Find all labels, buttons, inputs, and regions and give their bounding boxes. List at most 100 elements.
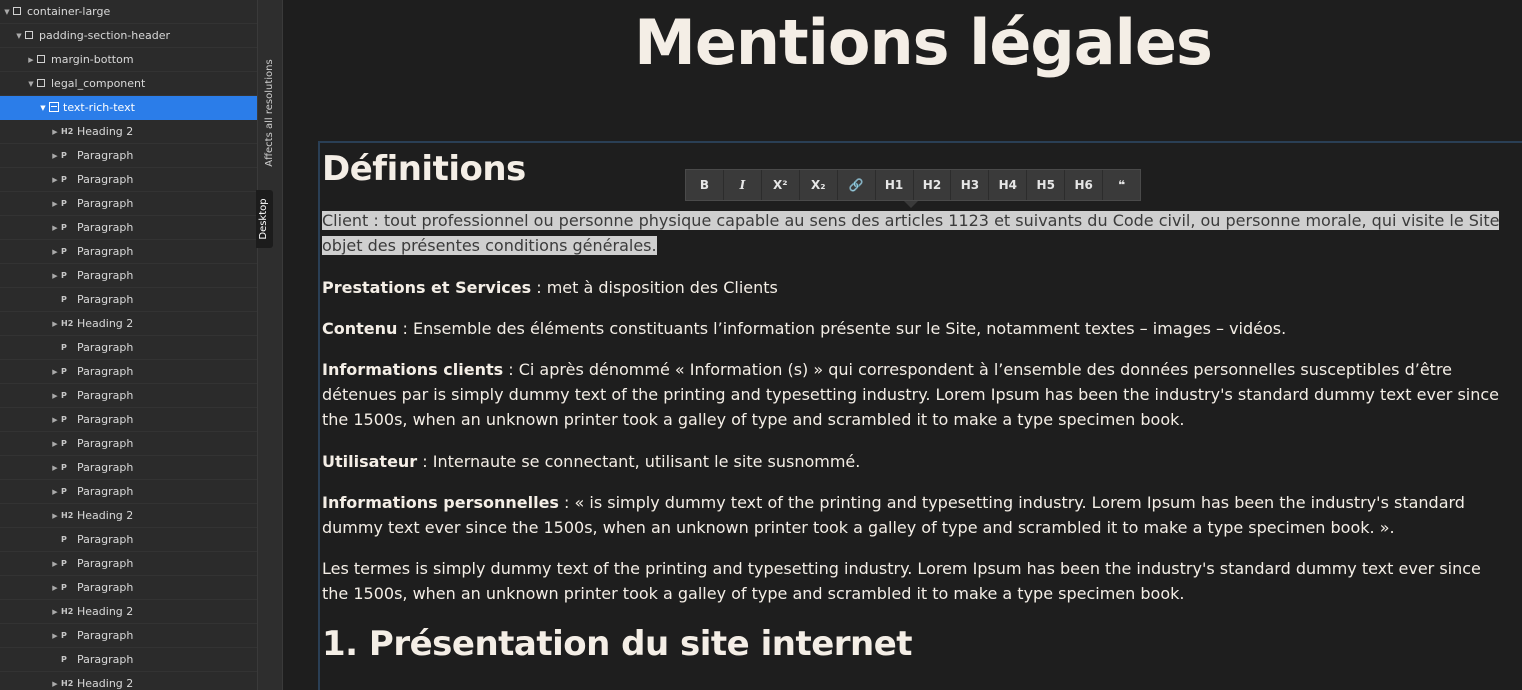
navigator-item-paragraph[interactable]: ▶ P Paragraph — [0, 576, 257, 600]
rich-text-block[interactable]: Définitions Client : tout professionnel … — [318, 141, 1522, 690]
h5-button[interactable]: H5 — [1027, 170, 1066, 200]
navigator-item-container-large[interactable]: ▼ container-large — [0, 0, 257, 24]
link-icon[interactable]: 🔗 — [838, 170, 876, 200]
caret-right-icon[interactable]: ▶ — [50, 480, 60, 504]
heading-presentation[interactable]: 1. Présentation du site internet — [322, 620, 1512, 668]
navigator-item-heading-2[interactable]: ▶ H2 Heading 2 — [0, 672, 257, 690]
navigator-item-paragraph[interactable]: ▶ P Paragraph — [0, 240, 257, 264]
navigator-item-padding-section-header[interactable]: ▼ padding-section-header — [0, 24, 257, 48]
div-block-icon — [37, 79, 45, 87]
navigator-item-paragraph[interactable]: P Paragraph — [0, 528, 257, 552]
caret-right-icon[interactable]: ▶ — [50, 120, 60, 144]
caret-right-icon[interactable]: ▶ — [50, 672, 60, 690]
superscript-button[interactable]: X² — [762, 170, 800, 200]
navigator-item-legal-component[interactable]: ▼ legal_component — [0, 72, 257, 96]
h1-button[interactable]: H1 — [876, 170, 914, 200]
navigator-item-paragraph[interactable]: P Paragraph — [0, 336, 257, 360]
navigator-item-paragraph[interactable]: ▶ P Paragraph — [0, 432, 257, 456]
term-prestations: Prestations et Services — [322, 278, 532, 297]
paragraph-tag-icon: P — [61, 295, 67, 304]
navigator-item-label: Paragraph — [77, 197, 134, 210]
paragraph-client[interactable]: Client : tout professionnel ou personne … — [322, 208, 1512, 258]
navigator-item-paragraph[interactable]: ▶ P Paragraph — [0, 168, 257, 192]
navigator-item-paragraph[interactable]: ▶ P Paragraph — [0, 480, 257, 504]
paragraph-tag-icon: P — [61, 655, 67, 664]
page-title[interactable]: Mentions légales — [283, 0, 1522, 86]
navigator-item-paragraph[interactable]: ▶ P Paragraph — [0, 408, 257, 432]
navigator-item-paragraph[interactable]: ▶ P Paragraph — [0, 624, 257, 648]
rich-text-icon — [49, 102, 59, 112]
text-client: : tout professionnel ou personne physiqu… — [322, 211, 1500, 255]
breakpoint-affects-label: Affects all resolutions — [264, 59, 275, 167]
bold-button[interactable]: B — [686, 170, 724, 200]
caret-right-icon[interactable]: ▶ — [50, 168, 60, 192]
navigator-item-paragraph[interactable]: ▶ P Paragraph — [0, 216, 257, 240]
caret-down-icon[interactable]: ▼ — [26, 72, 36, 96]
caret-right-icon[interactable]: ▶ — [50, 216, 60, 240]
caret-right-icon[interactable]: ▶ — [50, 456, 60, 480]
navigator-item-heading-2[interactable]: ▶ H2 Heading 2 — [0, 504, 257, 528]
caret-right-icon[interactable]: ▶ — [50, 576, 60, 600]
navigator-item-heading-2[interactable]: ▶ H2 Heading 2 — [0, 120, 257, 144]
div-block-icon — [25, 31, 33, 39]
navigator-item-label: Heading 2 — [77, 125, 134, 138]
navigator-item-label: Paragraph — [77, 173, 134, 186]
div-block-icon — [13, 7, 21, 15]
caret-right-icon[interactable]: ▶ — [50, 432, 60, 456]
navigator-item-paragraph[interactable]: ▶ P Paragraph — [0, 144, 257, 168]
paragraph-contenu[interactable]: Contenu : Ensemble des éléments constitu… — [322, 316, 1512, 341]
caret-right-icon[interactable]: ▶ — [50, 384, 60, 408]
caret-right-icon[interactable]: ▶ — [50, 504, 60, 528]
paragraph-utilisateur[interactable]: Utilisateur : Internaute se connectant, … — [322, 449, 1512, 474]
navigator-item-paragraph[interactable]: ▶ P Paragraph — [0, 192, 257, 216]
caret-right-icon[interactable]: ▶ — [50, 552, 60, 576]
h4-button[interactable]: H4 — [989, 170, 1028, 200]
caret-down-icon[interactable]: ▼ — [2, 0, 12, 24]
term-client: Client — [322, 211, 369, 230]
paragraph-informations-personnelles[interactable]: Informations personnelles : « is simply … — [322, 490, 1512, 540]
caret-right-icon[interactable]: ▶ — [50, 624, 60, 648]
paragraph-tag-icon: P — [61, 487, 67, 496]
navigator-item-label: Heading 2 — [77, 605, 134, 618]
paragraph-prestations[interactable]: Prestations et Services : met à disposit… — [322, 275, 1512, 300]
italic-button[interactable]: I — [724, 170, 762, 200]
navigator-item-label: Paragraph — [77, 149, 134, 162]
caret-down-icon[interactable]: ▼ — [14, 24, 24, 48]
navigator-item-paragraph[interactable]: ▶ P Paragraph — [0, 456, 257, 480]
paragraph-tag-icon: P — [61, 367, 67, 376]
design-canvas[interactable]: Mentions légales Définitions Client : to… — [283, 0, 1522, 690]
navigator-item-label: Paragraph — [77, 221, 134, 234]
subscript-button[interactable]: X₂ — [800, 170, 838, 200]
navigator-item-heading-2[interactable]: ▶ H2 Heading 2 — [0, 600, 257, 624]
navigator-item-heading-2[interactable]: ▶ H2 Heading 2 — [0, 312, 257, 336]
navigator-item-text-rich-text[interactable]: ▼ text-rich-text — [0, 96, 257, 120]
desktop-breakpoint-tab[interactable]: Desktop — [256, 190, 273, 248]
navigator-item-label: Paragraph — [77, 533, 134, 546]
navigator-item-paragraph[interactable]: ▶ P Paragraph — [0, 264, 257, 288]
caret-right-icon[interactable]: ▶ — [50, 144, 60, 168]
caret-right-icon[interactable]: ▶ — [50, 312, 60, 336]
navigator-item-margin-bottom[interactable]: ▶ margin-bottom — [0, 48, 257, 72]
paragraph-informations-clients[interactable]: Informations clients : Ci après dénommé … — [322, 357, 1512, 432]
navigator-item-paragraph[interactable]: ▶ P Paragraph — [0, 552, 257, 576]
caret-down-icon[interactable]: ▼ — [38, 96, 48, 120]
caret-right-icon[interactable]: ▶ — [50, 240, 60, 264]
caret-right-icon[interactable]: ▶ — [50, 408, 60, 432]
h3-button[interactable]: H3 — [951, 170, 990, 200]
caret-right-icon[interactable]: ▶ — [26, 48, 36, 72]
navigator-item-paragraph[interactable]: P Paragraph — [0, 648, 257, 672]
navigator-item-label: legal_component — [51, 77, 146, 90]
caret-right-icon[interactable]: ▶ — [50, 600, 60, 624]
navigator-item-paragraph[interactable]: ▶ P Paragraph — [0, 384, 257, 408]
paragraph-tag-icon: P — [61, 631, 67, 640]
h2-button[interactable]: H2 — [914, 170, 952, 200]
h6-button[interactable]: H6 — [1065, 170, 1104, 200]
navigator-item-paragraph[interactable]: P Paragraph — [0, 288, 257, 312]
caret-right-icon[interactable]: ▶ — [50, 360, 60, 384]
caret-right-icon[interactable]: ▶ — [50, 192, 60, 216]
quote-icon[interactable]: ❝ — [1103, 170, 1140, 200]
caret-right-icon[interactable]: ▶ — [50, 264, 60, 288]
paragraph-termes[interactable]: Les termes is simply dummy text of the p… — [322, 556, 1512, 606]
navigator-item-paragraph[interactable]: ▶ P Paragraph — [0, 360, 257, 384]
paragraph-tag-icon: P — [61, 247, 67, 256]
